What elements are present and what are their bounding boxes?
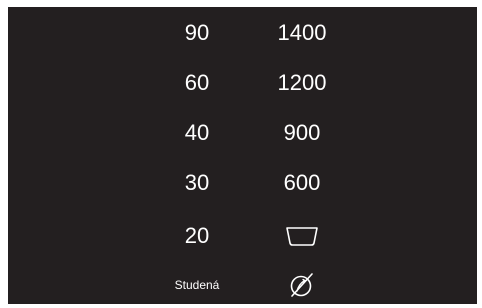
spin-option-600[interactable]: 600 [242, 163, 362, 203]
temperature-option-40[interactable]: 40 [137, 113, 257, 153]
spin-option-rinse-hold[interactable] [242, 216, 362, 256]
temperature-option-20[interactable]: 20 [137, 216, 257, 256]
temperature-column: 90 60 40 30 20 Studená [137, 7, 257, 304]
temperature-option-cold[interactable]: Studená [137, 265, 257, 305]
spin-option-1400[interactable]: 1400 [242, 13, 362, 53]
temperature-option-30[interactable]: 30 [137, 163, 257, 203]
temperature-option-90[interactable]: 90 [137, 13, 257, 53]
no-spin-icon [286, 270, 318, 300]
temperature-option-60[interactable]: 60 [137, 63, 257, 103]
spin-column: 1400 1200 900 600 [242, 7, 362, 304]
spin-option-1200[interactable]: 1200 [242, 63, 362, 103]
rinse-hold-tub-icon [284, 224, 320, 248]
control-panel: 90 60 40 30 20 Studená 1400 1200 900 600 [8, 7, 477, 304]
spin-option-900[interactable]: 900 [242, 113, 362, 153]
spin-option-no-spin[interactable] [242, 265, 362, 305]
